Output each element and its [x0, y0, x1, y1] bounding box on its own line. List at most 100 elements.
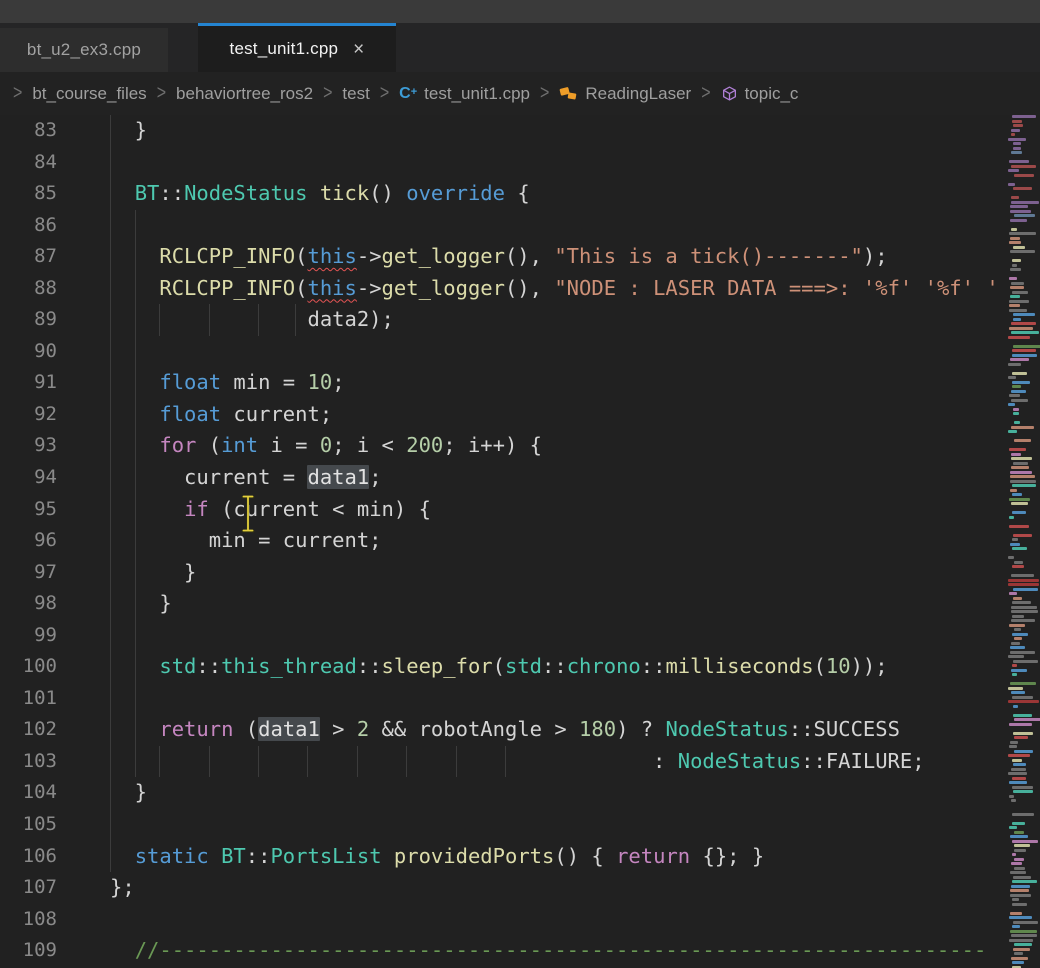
line-number[interactable]: 101 [0, 683, 66, 715]
code-line-97[interactable]: 97 } [0, 557, 1040, 589]
line-number[interactable]: 99 [0, 620, 66, 652]
breadcrumb-item-ReadingLaser[interactable]: ReadingLaser [559, 84, 691, 104]
code-line-101[interactable]: 101 [0, 683, 1040, 715]
indent-guide [135, 367, 136, 399]
class-symbol-icon [559, 85, 578, 102]
code-line-106[interactable]: 106 static BT::PortsList providedPorts()… [0, 841, 1040, 873]
line-number[interactable]: 88 [0, 273, 66, 305]
line-number[interactable]: 90 [0, 336, 66, 368]
tab-bt_u2_ex3[interactable]: bt_u2_ex3.cpp [0, 28, 168, 72]
minimap-line [1010, 489, 1018, 492]
minimap-line [1011, 466, 1028, 469]
line-number[interactable]: 106 [0, 841, 66, 873]
minimap-line [1011, 768, 1026, 771]
line-number[interactable]: 87 [0, 241, 66, 273]
code-line-100[interactable]: 100 std::this_thread::sleep_for(std::chr… [0, 651, 1040, 683]
code-line-107[interactable]: 107}; [0, 872, 1040, 904]
code-line-95[interactable]: 95 if (current < min) { [0, 494, 1040, 526]
minimap-line [1009, 781, 1027, 784]
minimap-line [1014, 628, 1021, 631]
line-number[interactable]: 107 [0, 872, 66, 904]
line-number[interactable]: 104 [0, 777, 66, 809]
indent-guide [159, 746, 160, 778]
line-number[interactable]: 91 [0, 367, 66, 399]
minimap-line [1009, 277, 1017, 280]
line-number[interactable]: 95 [0, 494, 66, 526]
code-line-89[interactable]: 89 data2); [0, 304, 1040, 336]
minimap-line [1012, 840, 1037, 843]
breadcrumb-item-test_unit1.cpp[interactable]: C+test_unit1.cpp [399, 84, 530, 104]
breadcrumb-item-bt_course_files[interactable]: bt_course_files [32, 84, 146, 104]
code-line-83[interactable]: 83 } [0, 115, 1040, 147]
code-line-87[interactable]: 87 RCLCPP_INFO(this->get_logger(), "This… [0, 241, 1040, 273]
indent-guide [110, 115, 111, 147]
code-text: data2); [110, 304, 1040, 336]
indent-guide [135, 494, 136, 526]
code-editor[interactable]: 83 }8485 BT::NodeStatus tick() override … [0, 115, 1040, 968]
code-line-88[interactable]: 88 RCLCPP_INFO(this->get_logger(), "NODE… [0, 273, 1040, 305]
chevron-right-icon: > [701, 82, 710, 105]
code-text: }; [110, 872, 1040, 904]
line-number[interactable]: 108 [0, 904, 66, 936]
code-line-105[interactable]: 105 [0, 809, 1040, 841]
line-number[interactable]: 89 [0, 304, 66, 336]
line-number[interactable]: 83 [0, 115, 66, 147]
breadcrumb-item-topic_c[interactable]: topic_c [721, 84, 799, 104]
code-line-85[interactable]: 85 BT::NodeStatus tick() override { [0, 178, 1040, 210]
code-line-104[interactable]: 104 } [0, 777, 1040, 809]
line-number[interactable]: 86 [0, 210, 66, 242]
code-line-94[interactable]: 94 current = data1; [0, 462, 1040, 494]
breadcrumb-item-behaviortree_ros2[interactable]: behaviortree_ros2 [176, 84, 313, 104]
minimap[interactable] [1007, 115, 1040, 968]
line-number[interactable]: 97 [0, 557, 66, 589]
code-line-108[interactable]: 108 [0, 904, 1040, 936]
line-number[interactable]: 94 [0, 462, 66, 494]
code-line-99[interactable]: 99 [0, 620, 1040, 652]
indent-guide [110, 525, 111, 557]
code-line-103[interactable]: 103 : NodeStatus::FAILURE; [0, 746, 1040, 778]
minimap-line [1011, 453, 1021, 456]
minimap-line [1010, 210, 1032, 213]
minimap-line [1010, 741, 1018, 744]
code-line-96[interactable]: 96 min = current; [0, 525, 1040, 557]
indent-guide [110, 588, 111, 620]
code-line-86[interactable]: 86 [0, 210, 1040, 242]
minimap-line [1014, 831, 1025, 834]
minimap-line [1011, 165, 1036, 168]
indent-guide [110, 304, 111, 336]
code-line-98[interactable]: 98 } [0, 588, 1040, 620]
line-number[interactable]: 109 [0, 935, 66, 967]
minimap-line [1013, 187, 1032, 190]
minimap-line [1013, 876, 1031, 879]
indent-guide [135, 210, 136, 242]
tab-test_unit1[interactable]: test_unit1.cpp × [198, 23, 396, 72]
line-number[interactable]: 85 [0, 178, 66, 210]
code-line-91[interactable]: 91 float min = 10; [0, 367, 1040, 399]
code-line-90[interactable]: 90 [0, 336, 1040, 368]
indent-guide [110, 147, 111, 179]
line-number[interactable]: 92 [0, 399, 66, 431]
line-number[interactable]: 103 [0, 746, 66, 778]
breadcrumb-item-test[interactable]: test [342, 84, 369, 104]
minimap-line [1012, 372, 1027, 375]
minimap-line [1013, 732, 1033, 735]
close-icon[interactable]: × [353, 40, 364, 59]
code-line-84[interactable]: 84 [0, 147, 1040, 179]
minimap-line [1011, 799, 1016, 802]
code-line-92[interactable]: 92 float current; [0, 399, 1040, 431]
indent-guide [110, 651, 111, 683]
line-number[interactable]: 105 [0, 809, 66, 841]
code-text: if (current < min) { [110, 494, 1040, 526]
line-number[interactable]: 93 [0, 430, 66, 462]
code-line-93[interactable]: 93 for (int i = 0; i < 200; i++) { [0, 430, 1040, 462]
line-number[interactable]: 84 [0, 147, 66, 179]
line-number[interactable]: 102 [0, 714, 66, 746]
line-number[interactable]: 100 [0, 651, 66, 683]
line-number[interactable]: 96 [0, 525, 66, 557]
minimap-line [1012, 381, 1030, 384]
minimap-line [1009, 795, 1014, 798]
line-number[interactable]: 98 [0, 588, 66, 620]
code-line-109[interactable]: 109 //----------------------------------… [0, 935, 1040, 967]
code-line-102[interactable]: 102 return (data1 > 2 && robotAngle > 18… [0, 714, 1040, 746]
minimap-line [1012, 484, 1036, 487]
